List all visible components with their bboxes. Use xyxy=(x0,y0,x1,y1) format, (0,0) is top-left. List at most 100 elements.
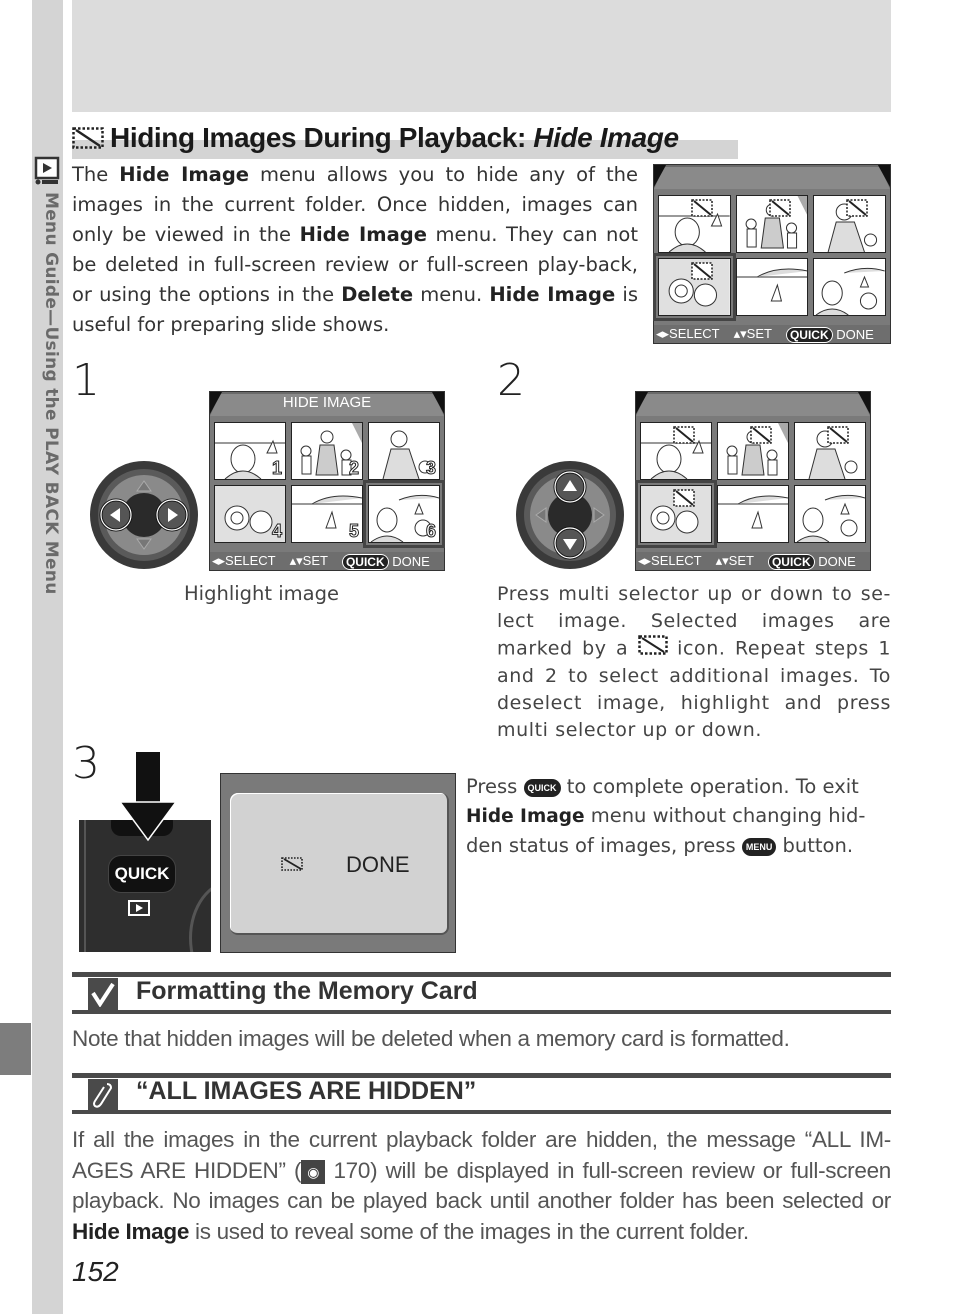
step3-instructions: Press QUICK to complete operation. To ex… xyxy=(466,772,891,860)
step-number-2: 2 xyxy=(497,355,525,406)
select-hint: ◂▸SELECT xyxy=(656,326,720,341)
thumbnail[interactable] xyxy=(640,422,712,480)
select-hint: ◂▸SELECT xyxy=(212,553,276,568)
intro-bold: Delete xyxy=(341,283,414,306)
note2-bottom-rule xyxy=(72,1110,891,1114)
lcd-header xyxy=(654,165,890,189)
header-band xyxy=(72,0,891,112)
step1-caption: Highlight image xyxy=(184,582,339,605)
pencil-icon xyxy=(88,1079,118,1111)
reference-icon: ◉ xyxy=(301,1159,326,1184)
thumbnail[interactable] xyxy=(653,253,736,321)
menu-button-icon: MENU xyxy=(741,837,777,856)
step3-text: to complete operation. To exit xyxy=(560,775,859,798)
hide-mark-icon xyxy=(673,489,695,507)
done-hint: DONE xyxy=(818,553,856,569)
step3-text: Press xyxy=(466,775,524,798)
note1-text: Note that hidden images will be deleted … xyxy=(72,1026,790,1051)
quick-label: QUICK xyxy=(767,553,815,570)
intro-bold: Hide Image xyxy=(489,283,616,306)
thumbnail[interactable] xyxy=(717,485,789,543)
quick-button[interactable]: QUICK xyxy=(109,856,175,892)
set-hint: ▴▾SET xyxy=(289,553,328,568)
hide-mark-icon xyxy=(846,199,869,217)
lcd-header xyxy=(636,392,870,416)
title-main: Hiding Images During Playback: xyxy=(110,122,534,153)
hide-mark-icon xyxy=(827,426,849,444)
note2-text: If all the images in the current playbac… xyxy=(72,1125,891,1247)
thumbnail[interactable] xyxy=(813,195,886,253)
press-arrow-icon xyxy=(118,752,178,846)
note1-title: Formatting the Memory Card xyxy=(136,977,478,1005)
select-hint: ◂▸SELECT xyxy=(638,553,702,568)
note2-bold: Hide Image xyxy=(72,1218,190,1244)
thumbnail-number: 1 xyxy=(271,458,282,479)
done-hint: DONE xyxy=(392,553,430,569)
done-screen: DONE xyxy=(220,773,456,953)
thumbnail[interactable] xyxy=(635,480,717,548)
thumbnail-number: 4 xyxy=(271,521,282,542)
multi-selector-up-down xyxy=(514,459,626,575)
step-number-3: 3 xyxy=(72,738,100,789)
note2-title: “ALL IMAGES ARE HIDDEN” xyxy=(136,1077,477,1105)
thumbnail[interactable]: 4 xyxy=(214,485,286,543)
lcd-screen-top: ◂▸SELECT ▴▾SET QUICK DONE xyxy=(653,164,891,344)
intro-text: The xyxy=(72,163,120,186)
title-italic: Hide Image xyxy=(533,122,679,153)
step2-instructions: Press multi selector up or down to se-le… xyxy=(497,581,891,744)
done-hint: DONE xyxy=(836,326,874,342)
note2-text-part: is used to reveal some of the images in … xyxy=(189,1218,749,1244)
thumbnail-number: 5 xyxy=(348,521,359,542)
done-label: DONE xyxy=(346,852,410,877)
quick-label: QUICK xyxy=(785,326,833,343)
lcd-screen-step2: ◂▸SELECT ▴▾SET QUICK DONE xyxy=(635,391,871,571)
thumbnail[interactable] xyxy=(794,422,866,480)
thumbnail[interactable] xyxy=(717,422,789,480)
lcd-footer: ◂▸SELECT ▴▾SET QUICK DONE xyxy=(654,325,890,343)
step3-bold: Hide Image xyxy=(466,806,585,827)
chapter-label: Menu Guide—Using the PLAY BACK Menu xyxy=(41,192,61,595)
chapter-tab xyxy=(0,1023,31,1075)
hide-mark-icon xyxy=(691,199,713,217)
thumbnail[interactable]: 3 xyxy=(368,422,440,480)
thumbnail[interactable] xyxy=(735,195,809,253)
hide-mark-icon xyxy=(673,426,695,444)
thumbnail[interactable]: 5 xyxy=(291,485,363,543)
playback-icon xyxy=(33,156,61,186)
hide-image-icon xyxy=(72,124,104,156)
thumbnail[interactable]: 6 xyxy=(363,480,445,548)
thumbnail[interactable] xyxy=(813,258,886,316)
thumbnail[interactable] xyxy=(794,485,866,543)
multi-selector-left-right xyxy=(88,459,200,575)
intro-bold: Hide Image xyxy=(119,163,250,186)
thumbnail[interactable] xyxy=(735,258,809,316)
intro-paragraph: The Hide Image menu allows you to hide a… xyxy=(72,160,638,340)
thumbnail-number: 3 xyxy=(425,458,436,479)
hide-mark-icon xyxy=(691,262,713,280)
lcd-footer: ◂▸SELECT ▴▾SET QUICK DONE xyxy=(636,552,870,570)
lcd-title: HIDE IMAGE xyxy=(282,394,372,411)
set-hint: ▴▾SET xyxy=(715,553,754,568)
thumbnail[interactable] xyxy=(658,195,731,253)
thumbnail-grid xyxy=(653,195,886,321)
hide-mark-icon xyxy=(768,199,791,217)
thumbnail-number: 6 xyxy=(425,521,436,542)
step-number-1: 1 xyxy=(72,355,100,406)
hide-image-icon xyxy=(281,856,303,875)
thumbnail[interactable]: 1 xyxy=(214,422,286,480)
lcd-screen-step1: HIDE IMAGE 1 2 3 4 5 6 ◂▸SELECT ▴▾SET QUICK DONE xyxy=(209,391,445,571)
lcd-footer: ◂▸SELECT ▴▾SET QUICK DONE xyxy=(210,552,444,570)
intro-bold: Hide Image xyxy=(299,223,427,246)
note1-bottom-rule xyxy=(72,1010,891,1014)
thumbnail-grid xyxy=(635,422,866,548)
thumbnail[interactable]: 2 xyxy=(291,422,363,480)
hide-mark-icon xyxy=(750,426,772,444)
playback-icon xyxy=(128,900,150,916)
hide-image-icon xyxy=(637,635,668,663)
page-title: Hiding Images During Playback: Hide Imag… xyxy=(72,122,679,156)
page-number: 152 xyxy=(72,1256,119,1287)
thumbnail-number: 2 xyxy=(348,458,359,479)
step3-text: button. xyxy=(776,834,854,857)
thumbnail-grid: 1 2 3 4 5 6 xyxy=(214,422,445,548)
quick-label: QUICK xyxy=(341,553,389,570)
